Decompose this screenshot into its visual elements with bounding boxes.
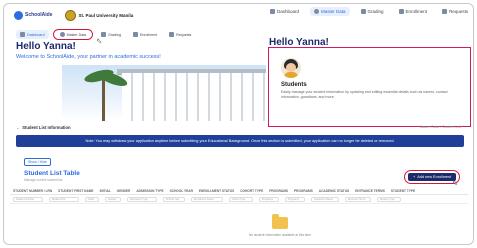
table-title: Student List Table bbox=[24, 170, 80, 177]
add-enrollment-label: Add new Enrollment bbox=[417, 175, 452, 179]
filter-row: Student Number Student first Initial Gen… bbox=[10, 195, 468, 204]
column-filter-input[interactable]: Programs bbox=[259, 196, 279, 202]
greeting-title: Hello Yanna! bbox=[16, 41, 76, 52]
nav-label: Enrollment bbox=[405, 9, 428, 14]
column-header[interactable]: ACADEMIC STATUS bbox=[316, 189, 352, 193]
column-filter-input[interactable]: Academic Status bbox=[311, 196, 339, 202]
grading-icon bbox=[360, 9, 366, 14]
section-title-text: Student List Information bbox=[22, 124, 71, 130]
avatar-body bbox=[284, 72, 298, 78]
column-header[interactable]: COHORT TYPE bbox=[237, 189, 266, 193]
section-title: ← Student List Information bbox=[16, 125, 71, 130]
column-header[interactable]: PROGRAMS bbox=[266, 189, 291, 193]
logo-icon bbox=[14, 10, 23, 20]
column-header[interactable]: STUDENT NUMBER / LRN bbox=[10, 189, 55, 193]
add-enrollment-button[interactable]: + Add new Enrollment bbox=[408, 173, 457, 181]
table-header-row: STUDENT NUMBER / LRN STUDENT FIRST NAME … bbox=[10, 187, 468, 195]
column-filter-input[interactable]: Student Type bbox=[377, 196, 401, 202]
show-hide-columns-button[interactable]: Show / Hide bbox=[24, 158, 51, 166]
column-filter-input[interactable]: Cohort Type bbox=[229, 196, 253, 202]
card-title: Students bbox=[281, 82, 307, 88]
nav-enrollment[interactable]: Enrollment bbox=[395, 7, 432, 16]
column-header[interactable]: SCHOOL YEAR bbox=[167, 189, 196, 193]
nav-label: Grading bbox=[367, 9, 384, 14]
empty-folder-icon bbox=[272, 214, 288, 229]
left-tab-bar: Dashboard Master Data Grading Enrollment… bbox=[16, 29, 195, 40]
column-filter-input[interactable]: Admission Type bbox=[127, 196, 157, 202]
nav-dashboard[interactable]: Dashboard bbox=[266, 7, 303, 16]
tab-master-data[interactable]: Master Data bbox=[52, 29, 94, 40]
column-header[interactable]: ENROLLMENT STATUS bbox=[196, 189, 237, 193]
app-window: SchoolAide St. Paul University Manila Da… bbox=[3, 3, 474, 245]
students-card[interactable]: Students Easily manage your student info… bbox=[268, 47, 471, 127]
enrollment-icon bbox=[132, 32, 138, 37]
building-facade bbox=[122, 73, 266, 121]
greeting-subtitle: Welcome to SchoolAide, your partner in a… bbox=[16, 54, 161, 60]
nav-label: Requests bbox=[449, 9, 469, 14]
plus-icon: + bbox=[413, 175, 416, 179]
requests-icon bbox=[169, 32, 175, 37]
enrollment-icon bbox=[398, 9, 404, 14]
tab-label: Requests bbox=[176, 32, 192, 37]
show-hide-label: Show / Hide bbox=[28, 160, 47, 164]
palm-trunk bbox=[102, 79, 105, 121]
empty-state-text: No student information available at this… bbox=[249, 233, 312, 237]
tab-label: Master Data bbox=[66, 32, 87, 37]
notice-text: Note: You may withdraw your application … bbox=[85, 139, 395, 143]
nav-requests[interactable]: Requests bbox=[438, 7, 472, 16]
column-filter-input[interactable]: School Year bbox=[163, 196, 185, 202]
column-filter-input[interactable]: Enrollment Status bbox=[191, 196, 223, 202]
notice-banner: Note: You may withdraw your application … bbox=[16, 135, 464, 147]
tab-label: Dashboard bbox=[27, 32, 45, 37]
school-identity: St. Paul University Manila bbox=[64, 9, 134, 21]
tab-label: Grading bbox=[108, 32, 121, 37]
campus-banner-image bbox=[62, 65, 266, 121]
main-nav: Dashboard Master Data Grading Enrollment… bbox=[266, 7, 472, 16]
student-avatar-icon bbox=[281, 58, 301, 78]
section-header: ← Student List Information Master Data /… bbox=[4, 121, 473, 133]
school-crest-icon bbox=[64, 9, 76, 21]
mouse-cursor-icon: ⬁ bbox=[452, 180, 458, 187]
column-filter-input[interactable]: Programs bbox=[285, 196, 305, 202]
nav-master-data[interactable]: Master Data bbox=[310, 7, 350, 16]
column-header[interactable]: GENDER bbox=[114, 189, 134, 193]
card-description: Easily manage your student information b… bbox=[281, 90, 448, 99]
avatar-face bbox=[286, 63, 296, 72]
logo-text: SchoolAide bbox=[25, 12, 53, 18]
nav-label: Master Data bbox=[321, 9, 346, 14]
table-subtitle: Manage current student list bbox=[24, 178, 63, 182]
column-header[interactable]: STUDENT TYPE bbox=[388, 189, 418, 193]
grid-icon bbox=[20, 32, 25, 37]
column-filter-input[interactable]: Student first bbox=[49, 196, 79, 202]
column-header[interactable]: PROGRAMS bbox=[291, 189, 316, 193]
requests-icon bbox=[442, 9, 448, 14]
column-filter-input[interactable]: Initial bbox=[85, 196, 99, 202]
database-icon bbox=[59, 32, 65, 37]
nav-label: Dashboard bbox=[277, 9, 300, 14]
column-filter-input[interactable]: Student Number bbox=[13, 196, 43, 202]
dashboard-left-panel: Dashboard Master Data Grading Enrollment… bbox=[4, 26, 266, 121]
student-table: STUDENT NUMBER / LRN STUDENT FIRST NAME … bbox=[10, 187, 468, 204]
tab-enrollment[interactable]: Enrollment bbox=[129, 30, 161, 39]
column-header[interactable]: INITIAL bbox=[97, 189, 114, 193]
column-header[interactable]: STUDENT FIRST NAME bbox=[55, 189, 96, 193]
breadcrumb[interactable]: Master Data / Student List bbox=[419, 125, 461, 129]
column-filter-input[interactable]: Gender bbox=[105, 196, 121, 202]
app-logo[interactable]: SchoolAide bbox=[14, 10, 53, 20]
grid-icon bbox=[270, 9, 275, 14]
tab-requests[interactable]: Requests bbox=[165, 30, 195, 39]
school-name: St. Paul University Manila bbox=[78, 12, 134, 18]
tab-dashboard[interactable]: Dashboard bbox=[16, 30, 49, 39]
database-icon bbox=[314, 9, 320, 14]
tab-label: Enrollment bbox=[139, 32, 158, 37]
column-filter-input[interactable]: Entrance Terms bbox=[345, 196, 371, 202]
column-header[interactable]: ENTRANCE TERMS bbox=[352, 189, 388, 193]
column-header[interactable]: ADMISSION TYPE bbox=[133, 189, 166, 193]
grading-icon bbox=[101, 32, 107, 37]
nav-grading[interactable]: Grading bbox=[357, 7, 388, 16]
mouse-cursor-icon: ⬁ bbox=[96, 38, 102, 45]
back-arrow-icon[interactable]: ← bbox=[16, 125, 20, 130]
